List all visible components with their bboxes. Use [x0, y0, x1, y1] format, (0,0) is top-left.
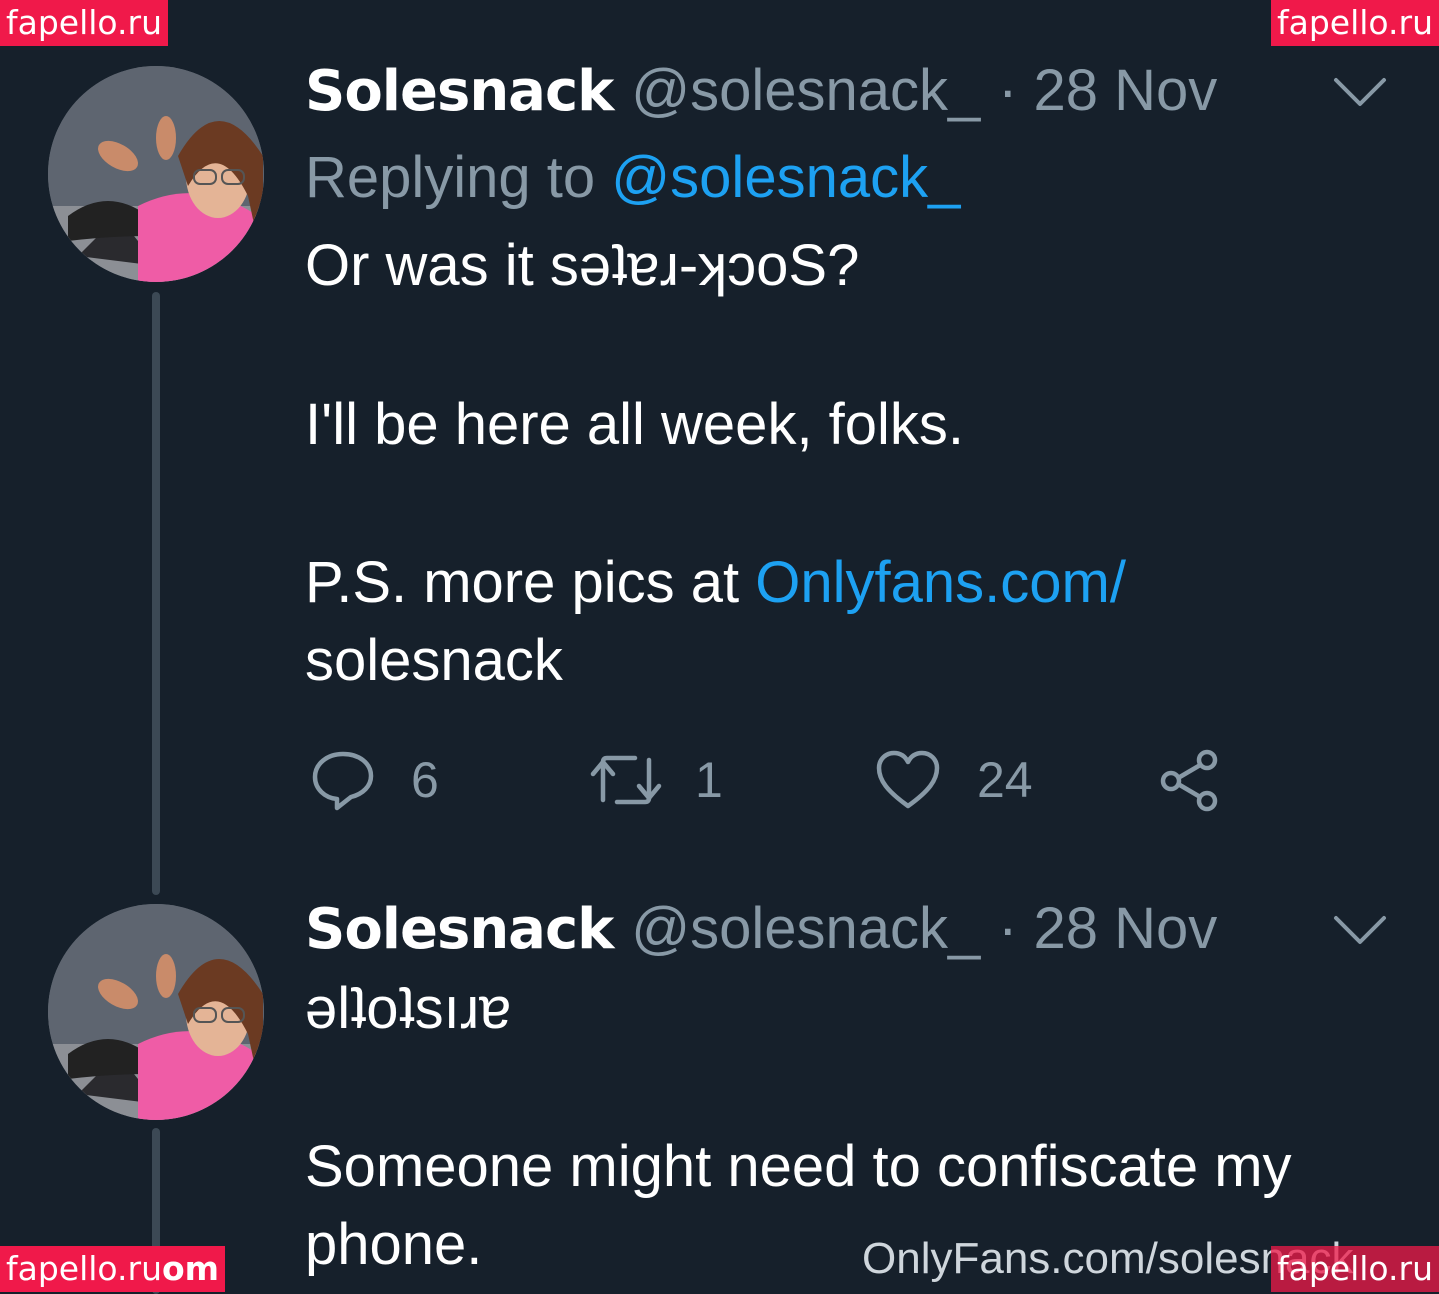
tweet-actions: 6 1 24: [305, 740, 1255, 820]
watermark-top-left: fapello.ru: [0, 0, 169, 46]
like-count: 24: [977, 752, 1033, 808]
tweet-date[interactable]: · 28 Nov: [998, 58, 1217, 123]
reply-button[interactable]: 6: [311, 740, 439, 820]
replying-to-label: Replying to: [305, 145, 596, 210]
watermark-bottom-right: fapello.ru: [1270, 1246, 1439, 1292]
tweet-text-line: I'll be here all week, folks.: [305, 392, 965, 457]
tweet-text-line: Or was it sǝʇɐɹ-ʞɔoS?: [305, 233, 860, 298]
replying-to-handle[interactable]: @solesnack_: [611, 145, 960, 210]
display-name[interactable]: Solesnack: [305, 897, 614, 962]
tweet-text-line: P.S. more pics at Onlyfans.com/: [305, 544, 1126, 622]
tweet-text-prefix: P.S. more pics at: [305, 550, 756, 615]
reply-count: 6: [411, 752, 439, 808]
tweet-text-line: Someone might need to confiscate my: [305, 1134, 1292, 1199]
avatar-photo-icon: [48, 904, 264, 1120]
tweet-header: Solesnack @solesnack_ · 28 Nov: [305, 56, 1217, 127]
chevron-down-icon[interactable]: [1332, 914, 1388, 946]
avatar[interactable]: [48, 66, 264, 282]
watermark-top-right: fapello.ru: [1270, 0, 1439, 46]
tweet-date[interactable]: · 28 Nov: [998, 896, 1217, 961]
user-handle[interactable]: @solesnack_: [631, 58, 980, 123]
avatar-photo-icon: [48, 66, 264, 282]
watermark-bottom-left-trail: om: [162, 1249, 220, 1288]
tweet-text-line: ǝlʇoʇsıɹɐ: [305, 976, 512, 1041]
onlyfans-link-continued[interactable]: solesnack: [305, 622, 563, 700]
tweet-text-line: phone.: [305, 1212, 483, 1277]
reply-icon: [312, 751, 374, 811]
retweet-count: 1: [695, 752, 723, 808]
avatar[interactable]: [48, 904, 264, 1120]
retweet-button[interactable]: 1: [589, 740, 723, 820]
share-button[interactable]: [1157, 740, 1223, 820]
chevron-down-icon[interactable]: [1332, 76, 1388, 108]
onlyfans-link[interactable]: Onlyfans.com/: [755, 550, 1126, 615]
user-handle[interactable]: @solesnack_: [631, 896, 980, 961]
heart-icon: [876, 750, 940, 809]
tweet-header: Solesnack @solesnack_ · 28 Nov: [305, 894, 1217, 965]
watermark-bottom-left-text: fapello.ru: [6, 1249, 163, 1288]
watermark-bottom-left: fapello.ruom: [0, 1246, 226, 1292]
retweet-icon: [590, 755, 662, 805]
thread-line: [152, 292, 160, 895]
share-icon: [1160, 749, 1218, 812]
replying-to: Replying to @solesnack_: [305, 143, 960, 213]
display-name[interactable]: Solesnack: [305, 59, 614, 124]
like-button[interactable]: 24: [875, 740, 1033, 820]
